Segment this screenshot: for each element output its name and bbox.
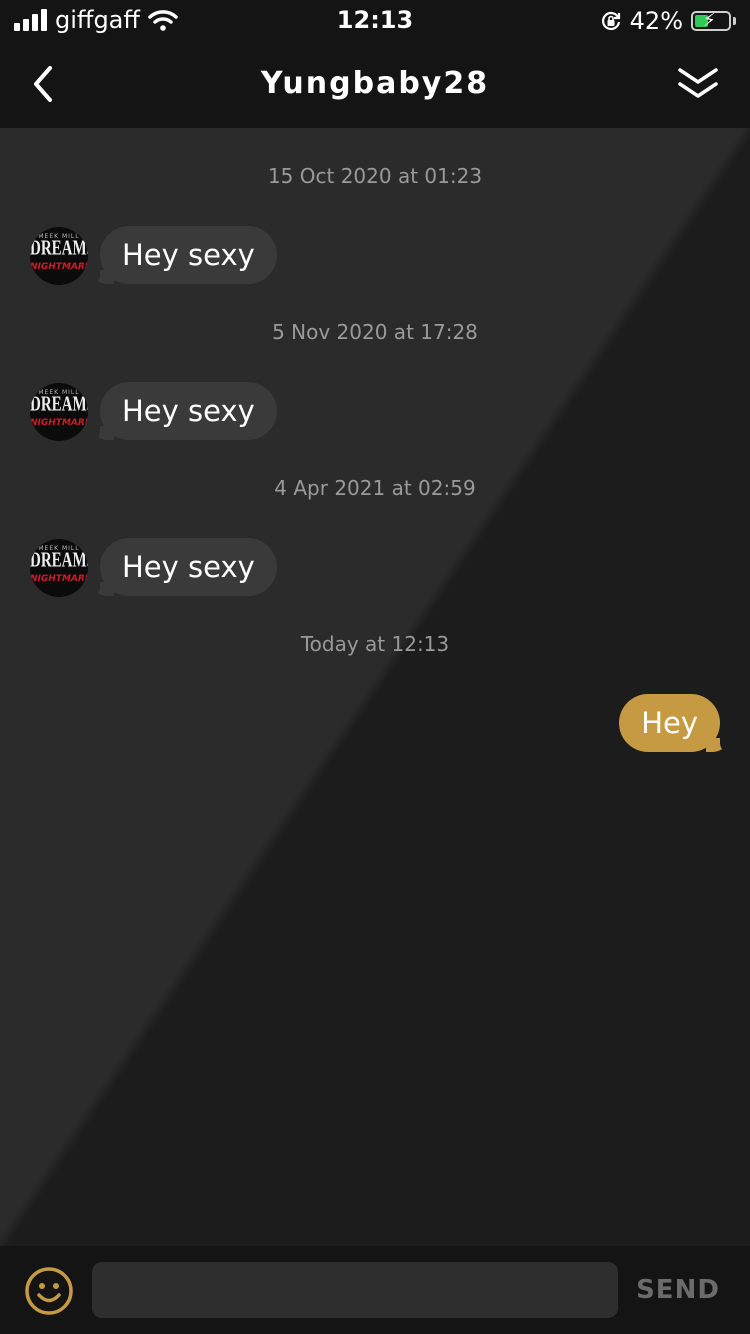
message-timestamp: 15 Oct 2020 at 01:23 <box>267 164 483 188</box>
avatar[interactable]: MEEK MILL DREAMS NIGHTMARES <box>30 539 88 597</box>
incoming-message-bubble[interactable]: Hey sexy <box>86 226 277 285</box>
message-text: Hey sexy <box>122 238 255 272</box>
status-right: 42% ⚡ <box>600 7 736 35</box>
send-button[interactable]: SEND <box>628 1264 728 1316</box>
message-timestamp: 5 Nov 2020 at 17:28 <box>272 320 478 344</box>
page-title: Yungbaby28 <box>260 66 490 101</box>
incoming-message-bubble[interactable]: Hey sexy <box>86 382 277 441</box>
message-timestamp: 4 Apr 2021 at 02:59 <box>274 476 476 500</box>
top-bar: giffgaff 12:13 42% ⚡ Yungbaby28 <box>0 0 750 128</box>
composer-bar: SEND <box>0 1246 750 1334</box>
message-text: Hey sexy <box>122 550 255 584</box>
outgoing-message-bubble[interactable]: Hey <box>619 694 734 753</box>
avatar[interactable]: MEEK MILL DREAMS NIGHTMARES <box>30 227 88 285</box>
message-input[interactable] <box>92 1262 618 1318</box>
battery-percent: 42% <box>629 7 683 35</box>
battery-icon: ⚡ <box>691 10 731 31</box>
message-text: Hey sexy <box>122 394 255 428</box>
avatar[interactable]: MEEK MILL DREAMS NIGHTMARES <box>30 383 88 441</box>
message-timestamp: Today at 12:13 <box>300 632 450 656</box>
battery-cap <box>733 17 736 25</box>
incoming-message-bubble[interactable]: Hey sexy <box>86 538 277 597</box>
message-text: Hey <box>641 706 698 740</box>
nav-bar: Yungbaby28 <box>0 42 750 128</box>
double-chevron-down-icon[interactable] <box>676 64 720 104</box>
smiley-icon[interactable] <box>24 1266 74 1316</box>
charging-bolt-icon: ⚡ <box>703 10 716 31</box>
status-bar: giffgaff 12:13 42% ⚡ <box>0 0 750 42</box>
message-list[interactable]: 15 Oct 2020 at 01:23 MEEK MILL DREAMS NI… <box>0 128 750 1246</box>
orientation-lock-icon <box>601 11 620 31</box>
